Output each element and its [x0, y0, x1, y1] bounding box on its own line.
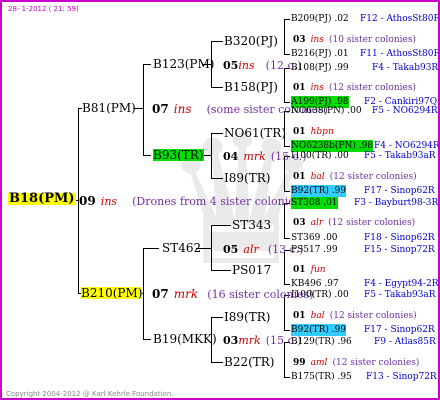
g4-0-top-credit: F12 - AthosSt80R: [360, 14, 440, 24]
g3-2-top[interactable]: NO61(TR): [224, 127, 286, 139]
g4-5-top-credit: F15 - Sinop72R: [364, 245, 435, 255]
g3-3-bot[interactable]: PS017: [232, 264, 271, 276]
g4-7-bot[interactable]: B175(TR) .95: [291, 371, 352, 383]
g4-6-bot-credit: F17 - Sinop62R: [364, 325, 435, 335]
g3-4-bot[interactable]: B22(TR): [224, 356, 275, 368]
g4-4-sire: 03 alr (12 sister colonies): [293, 218, 416, 228]
g3-3-top[interactable]: ST343: [232, 219, 271, 231]
g4-2-top[interactable]: NO638(PN) .00: [291, 105, 362, 117]
g4-4-bot-credit: F18 - Sinop62R: [364, 233, 435, 243]
g4-1-top[interactable]: B108(PJ) .99: [291, 62, 349, 74]
g4-3-top[interactable]: I100(TR) .00: [291, 150, 349, 162]
queen-b-bottom[interactable]: B19(MKK): [153, 333, 217, 345]
queen-b-top[interactable]: ST462: [162, 242, 201, 254]
g4-7-bot-credit: F13 - Sinop72R: [366, 372, 437, 382]
root-queen[interactable]: B18(PM): [8, 192, 76, 205]
g3-4-top[interactable]: I89(TR): [224, 311, 270, 323]
g4-5-top[interactable]: PS517 .99: [291, 244, 338, 256]
g4-3-sire: 01 bal (12 sister colonies): [293, 172, 417, 182]
g4-6-bot[interactable]: B92(TR) .99: [291, 324, 347, 336]
header-date: 28- 1-2012 ( 21: 59): [8, 5, 79, 13]
dam-top[interactable]: B81(PM): [82, 102, 136, 114]
footer-copyright: Copyright 2004-2012 @ Karl Kehrle Founda…: [6, 390, 174, 398]
g4-0-sire: 03 ins (10 sister colonies): [293, 35, 416, 45]
g4-7-top[interactable]: B129(TR) .96: [291, 336, 352, 348]
dam-bottom[interactable]: B210(PM): [81, 287, 143, 299]
g4-4-bot[interactable]: ST369 .00: [291, 232, 338, 244]
g4-1-sire: 01 ins (12 sister colonies): [293, 83, 416, 93]
g4-3-top-credit: F5 - Takab93aR: [364, 151, 436, 161]
sire-gen2-b: 07 mrk (16 sister colonies): [152, 287, 314, 301]
g4-2-top-credit: F5 - NO6294R: [372, 106, 438, 116]
g4-4-top-credit: F3 - Bayburt98-3R: [354, 198, 439, 208]
pedigree-frame: ♛ 28- 1-2012 ( 21: 59) Copyright 2004-20…: [0, 0, 440, 400]
queen-a-bottom[interactable]: B93(TR): [153, 149, 204, 161]
g4-0-top[interactable]: B209(PJ) .02: [291, 13, 349, 25]
sire-gen1: 09 ins (Drones from 4 sister colonies): [79, 194, 305, 208]
g4-0-bot-credit: F11 - AthosSt80R: [360, 49, 440, 59]
g4-2-sire: 01 hbpn: [293, 127, 334, 137]
g3-1-top[interactable]: B320(PJ): [224, 35, 278, 47]
g4-5-sire: 01 fun: [293, 265, 326, 275]
g4-7-sire: 99 aml (12 sister colonies): [293, 358, 420, 368]
g4-3-bot[interactable]: B92(TR) .99: [291, 185, 347, 197]
g4-7-top-credit: F9 - Atlas85R: [374, 337, 436, 347]
g4-6-sire: 01 bal (12 sister colonies): [293, 311, 417, 321]
g3-2-bot[interactable]: I89(TR): [224, 172, 270, 184]
queen-a-top[interactable]: B123(PM): [153, 58, 214, 70]
g3-1-bot[interactable]: B158(PJ): [224, 81, 278, 93]
g4-6-top[interactable]: I100(TR) .00: [291, 289, 349, 301]
g4-1-top-credit: F4 - Takab93R: [372, 63, 439, 73]
g4-6-top-credit: F5 - Takab93aR: [364, 290, 436, 300]
g4-0-bot[interactable]: B216(PJ) .01: [291, 48, 349, 60]
g4-4-top[interactable]: ST308 .01: [291, 197, 338, 209]
g4-3-bot-credit: F17 - Sinop62R: [364, 186, 435, 196]
g3-1-sire: 05ins (12 c.): [223, 59, 302, 72]
g3-4-sire: 03mrk (15 c.): [223, 334, 302, 347]
